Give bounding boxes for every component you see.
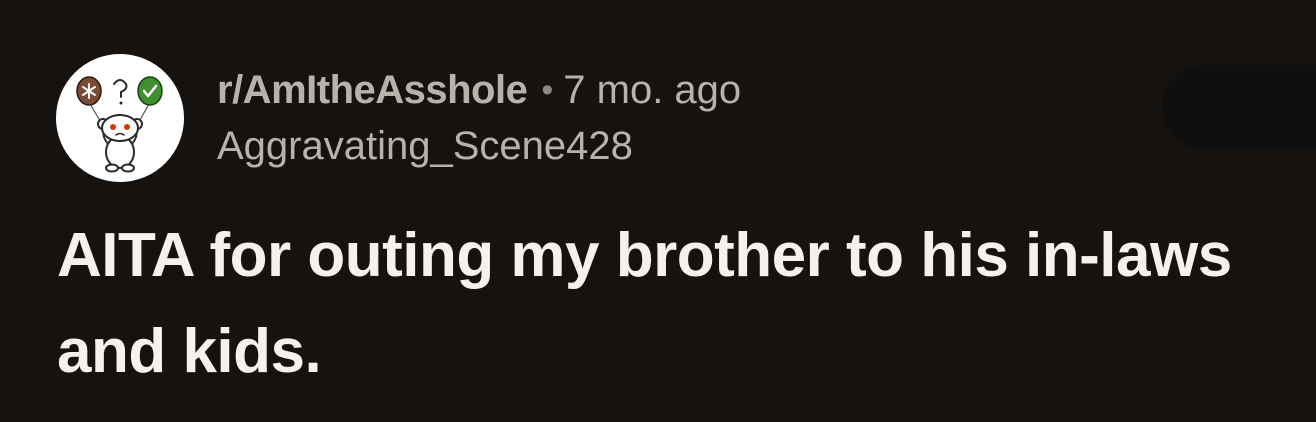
- subreddit-link[interactable]: r/AmItheAsshole: [217, 68, 528, 113]
- overflow-menu-button[interactable]: [1162, 65, 1316, 149]
- subreddit-avatar[interactable]: [56, 54, 184, 182]
- post-title[interactable]: AITA for outing my brother to his in-law…: [57, 208, 1277, 400]
- post-timestamp: 7 mo. ago: [563, 67, 742, 112]
- asterisk-balloon-icon: [76, 76, 102, 106]
- post-meta-row: r/AmItheAsshole • 7 mo. ago: [217, 62, 741, 118]
- checkmark-balloon-icon: [137, 76, 163, 106]
- meta-separator: •: [541, 70, 554, 109]
- snoo-with-balloons-icon: [76, 76, 163, 173]
- author-username[interactable]: Aggravating_Scene428: [217, 124, 633, 169]
